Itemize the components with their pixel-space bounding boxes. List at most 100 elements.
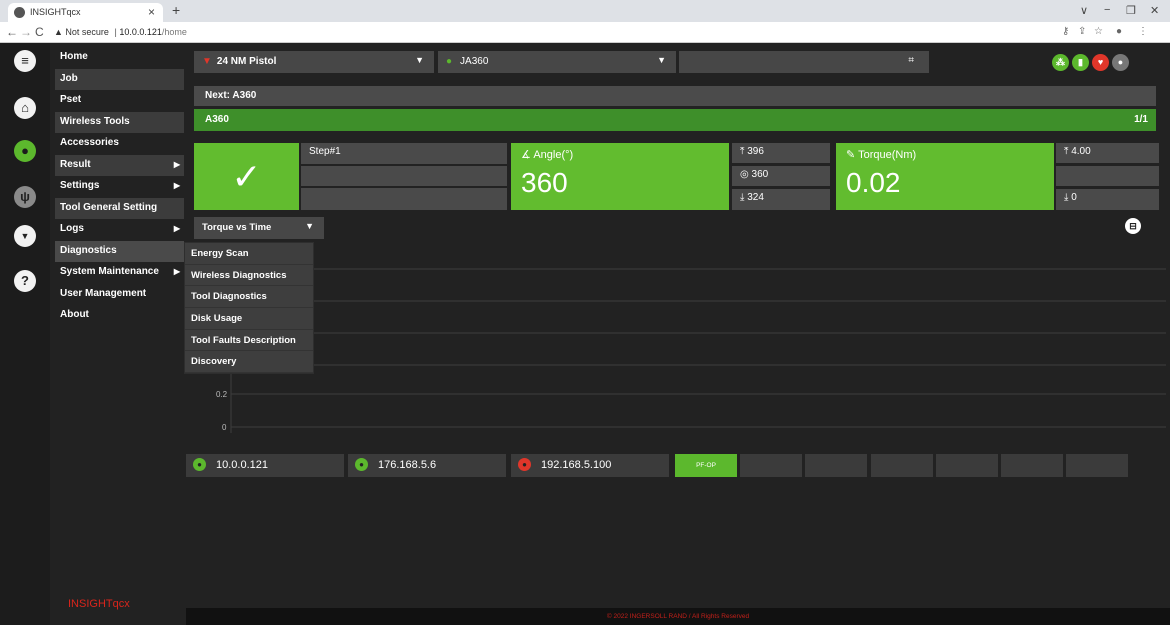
tool-select[interactable]: ▼ 24 NM Pistol ▼ — [194, 51, 434, 73]
favicon-icon — [14, 7, 25, 18]
status-segment — [740, 454, 802, 477]
save-graph-icon[interactable]: ⊟ — [1125, 218, 1141, 234]
job-select[interactable]: ● JA360 ▼ — [438, 51, 676, 73]
menu-icon[interactable]: ≡ — [14, 50, 36, 72]
location-pin-icon: ● — [193, 458, 206, 471]
address-bar: ← → C ▲ Not secure | 10.0.0.121/home ⚷ ⇪… — [0, 22, 1170, 43]
torque-high-limit: ⤒ 4.00 — [1056, 143, 1159, 163]
sidebar-item-logs[interactable]: Logs ▶ — [55, 219, 184, 241]
location-pin-icon: ● — [518, 458, 531, 471]
sidebar-item-pset[interactable]: Pset — [55, 90, 184, 112]
submenu-item-tool-diagnostics[interactable]: Tool Diagnostics — [185, 286, 313, 309]
barcode-input[interactable]: ⌗ — [679, 51, 929, 73]
main-content: ▼ 24 NM Pistol ▼ ● JA360 ▼ ⌗ ⁂ ▮ ♥ ● Next:… — [186, 43, 1170, 608]
restore-button[interactable]: ❐ — [1126, 4, 1136, 17]
tab-search-icon[interactable]: ∨ — [1080, 4, 1088, 17]
tab-close-icon[interactable]: × — [148, 5, 155, 19]
chart-status-icon[interactable]: ▮ — [1072, 54, 1089, 71]
download-icon[interactable]: ▼ — [14, 225, 36, 247]
angle-label: ∡ Angle(°) — [521, 149, 574, 161]
server-ip: ● 192.168.5.100 — [511, 454, 669, 477]
sidebar-item-tool-general-setting[interactable]: Tool General Setting — [55, 197, 184, 219]
forward-icon[interactable]: → — [20, 25, 32, 39]
close-window-button[interactable]: ✕ — [1150, 4, 1159, 17]
usb-icon[interactable]: ψ — [14, 186, 36, 208]
sidebar-item-home[interactable]: Home — [55, 47, 184, 69]
controller-ip: ● 10.0.0.121 — [186, 454, 344, 477]
sidebar-item-wireless-tools[interactable]: Wireless Tools — [55, 111, 184, 133]
sidebar-item-diagnostics[interactable]: Diagnostics — [55, 240, 184, 262]
url-host: 10.0.0.121 — [119, 27, 162, 37]
share-icon[interactable]: ⇪ — [1078, 26, 1086, 37]
submenu-item-energy-scan[interactable]: Energy Scan — [185, 243, 313, 265]
scan-icon: ⌗ — [908, 55, 914, 66]
torque-panel: ✎ Torque(Nm) 0.02 — [836, 143, 1054, 210]
pf-op-badge: PF-OP — [675, 454, 737, 477]
minimize-button[interactable]: − — [1104, 4, 1110, 16]
url-path: /home — [161, 27, 187, 37]
diagnostics-submenu: Energy Scan Wireless Diagnostics Tool Di… — [184, 242, 314, 375]
submenu-item-wireless-diagnostics[interactable]: Wireless Diagnostics — [185, 265, 313, 287]
torque-time-chart: 0.2 0 — [216, 263, 1166, 433]
tool-ip: ● 176.168.5.6 — [348, 454, 506, 477]
graph-type-select[interactable]: Torque vs Time ▼ — [194, 217, 324, 239]
chevron-down-icon: ▼ — [305, 221, 314, 231]
current-job-bar: A360 1/1 — [194, 109, 1156, 131]
angle-value: 360 — [521, 167, 568, 198]
new-tab-button[interactable]: + — [172, 2, 180, 18]
chevron-right-icon: ▶ — [173, 159, 180, 169]
sidebar-item-settings[interactable]: Settings ▶ — [55, 176, 184, 198]
status-dot-icon: ● — [446, 56, 453, 67]
key-icon[interactable]: ⚷ — [1062, 26, 1069, 37]
chevron-right-icon: ▶ — [173, 267, 180, 276]
angle-high-limit: ⤒ 396 — [732, 143, 830, 163]
browser-tab[interactable]: INSIGHTqcx × — [8, 3, 163, 22]
profile-icon[interactable]: ● — [1116, 26, 1122, 37]
next-job-bar: Next: A360 — [194, 86, 1156, 106]
sidebar-item-system-maintenance[interactable]: System Maintenance ▶ — [55, 262, 184, 284]
sidebar-item-user-management[interactable]: User Management — [55, 284, 184, 306]
user-icon[interactable]: ● — [14, 140, 36, 162]
torque-label: ✎ Torque(Nm) — [846, 149, 917, 161]
angle-target: ◎ 360 — [732, 166, 830, 186]
location-pin-icon: ● — [355, 458, 368, 471]
more-menu-icon[interactable]: ⋮ — [1138, 26, 1148, 37]
browser-tab-bar: INSIGHTqcx × + ∨ − ❐ ✕ — [0, 0, 1170, 22]
not-secure-label[interactable]: ▲ Not secure — [54, 27, 109, 37]
back-icon[interactable]: ← — [6, 25, 18, 39]
sidebar-item-result[interactable]: Result ▶ — [55, 154, 184, 176]
bookmark-star-icon[interactable]: ☆ — [1094, 26, 1103, 37]
help-icon[interactable]: ? — [14, 270, 36, 292]
pistol-icon: ▼ — [202, 56, 212, 67]
angle-low-limit: ⤓ 324 — [732, 189, 830, 210]
bell-icon[interactable]: ● — [1112, 54, 1129, 71]
job-counter: 1/1 — [1134, 114, 1148, 125]
chevron-down-icon: ▼ — [415, 55, 424, 65]
y-tick-label: 0 — [222, 423, 227, 432]
home-icon[interactable]: ⌂ — [14, 97, 36, 119]
tab-title: INSIGHTqcx — [30, 7, 81, 17]
torque-target-empty — [1056, 166, 1159, 186]
sidebar-item-about[interactable]: About — [55, 305, 184, 327]
chevron-right-icon: ▶ — [173, 224, 180, 233]
status-segment — [871, 454, 933, 477]
submenu-item-discovery[interactable]: Discovery — [185, 351, 313, 374]
reload-icon[interactable]: C — [35, 25, 44, 39]
submenu-item-tool-faults-description[interactable]: Tool Faults Description — [185, 330, 313, 352]
submenu-item-disk-usage[interactable]: Disk Usage — [185, 308, 313, 330]
step-row-empty — [301, 188, 507, 210]
status-segment — [805, 454, 867, 477]
status-segment — [1066, 454, 1128, 477]
chevron-right-icon: ▶ — [173, 181, 180, 190]
status-segment — [936, 454, 998, 477]
angle-panel: ∡ Angle(°) 360 — [511, 143, 729, 210]
torque-low-limit: ⤓ 0 — [1056, 189, 1159, 210]
url-separator: | — [114, 27, 117, 37]
alarm-status-icon[interactable]: ♥ — [1092, 54, 1109, 71]
network-status-icon[interactable]: ⁂ — [1052, 54, 1069, 71]
sidebar-menu: Home Job Pset Wireless Tools Accessories… — [55, 47, 184, 327]
url-field[interactable]: ▲ Not secure | 10.0.0.121/home — [48, 25, 1048, 40]
chevron-down-icon: ▼ — [657, 55, 666, 65]
sidebar-item-job[interactable]: Job — [55, 68, 184, 90]
sidebar-item-accessories[interactable]: Accessories — [55, 133, 184, 155]
